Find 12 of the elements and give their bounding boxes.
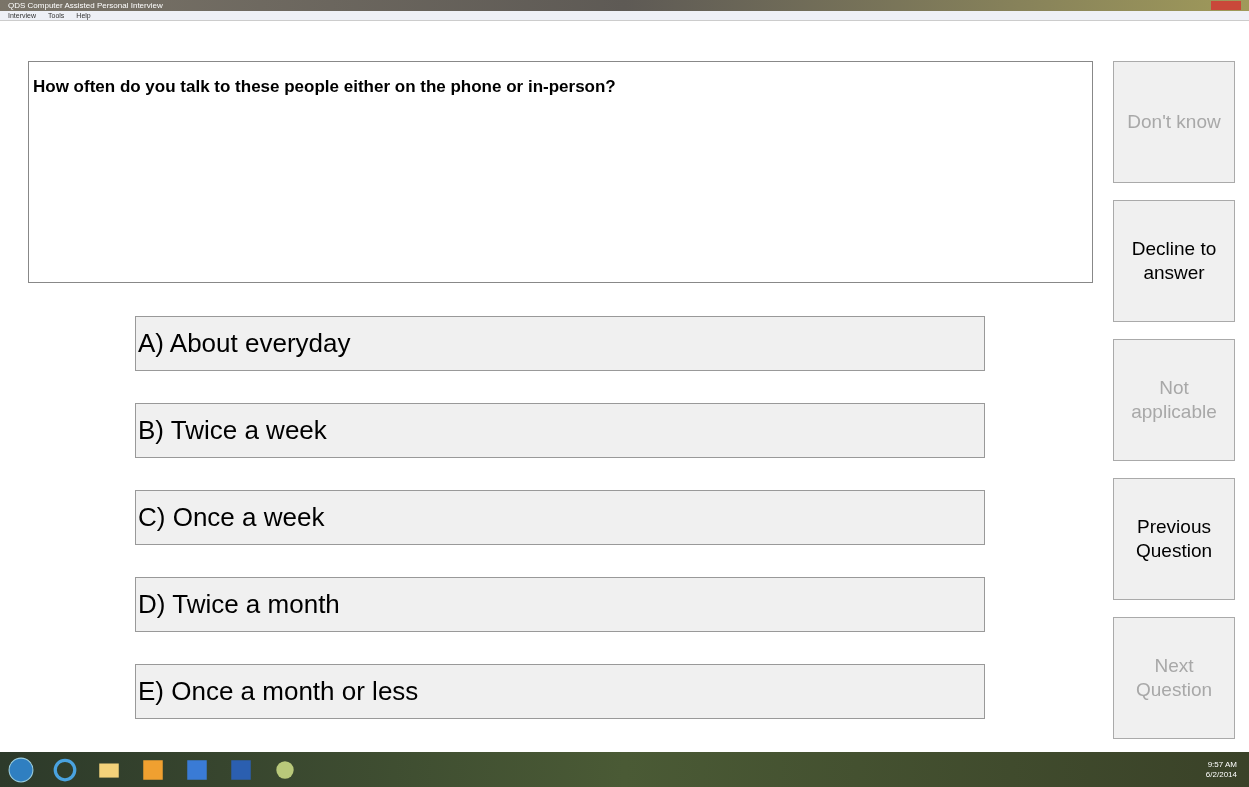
side-button[interactable]: Decline to answer [1113, 200, 1235, 322]
answer-option[interactable]: C) Once a week [135, 490, 985, 545]
answer-option[interactable]: B) Twice a week [135, 403, 985, 458]
clock-date: 6/2/2014 [1205, 769, 1237, 780]
start-orb-icon[interactable] [8, 756, 34, 783]
answer-option[interactable]: A) About everyday [135, 316, 985, 371]
clock-time: 9:57 AM [1207, 759, 1237, 770]
answer-option[interactable]: E) Once a month or less [135, 664, 985, 719]
answer-option[interactable]: D) Twice a month [135, 577, 985, 632]
side-button[interactable]: Previous Question [1113, 478, 1235, 600]
window-title: QDS Computer Assisted Personal Interview [8, 1, 163, 10]
question-box: How often do you talk to these people either on the phone or in-person? [28, 61, 1093, 283]
